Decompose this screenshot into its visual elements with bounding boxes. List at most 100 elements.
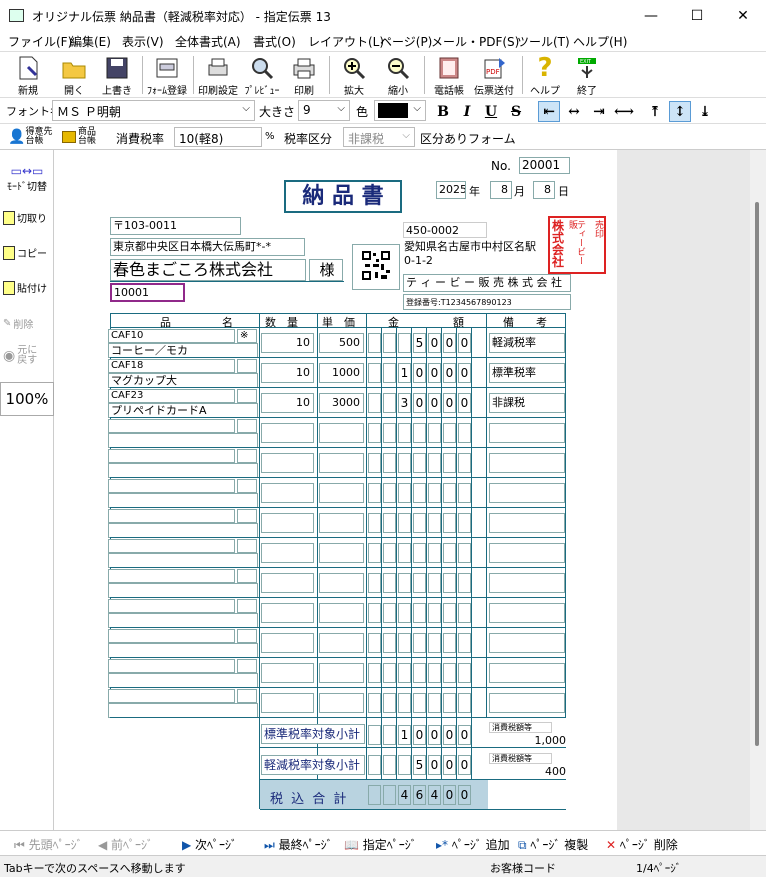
phonebook-button[interactable]: 電話帳 xyxy=(428,54,470,97)
item-mark-field[interactable] xyxy=(237,479,257,493)
note-field[interactable] xyxy=(489,663,565,683)
unit-price-field[interactable] xyxy=(319,693,364,713)
amount-digit[interactable] xyxy=(398,663,411,683)
tax-amount-2[interactable]: 400 xyxy=(489,765,566,778)
menu-help[interactable]: ヘルプ(H) xyxy=(573,33,627,50)
amount-digit[interactable]: 0 xyxy=(428,393,441,413)
grand-total-digit[interactable]: 0 xyxy=(458,785,471,805)
unit-price-field[interactable] xyxy=(319,453,364,473)
item-name-field[interactable] xyxy=(108,463,258,478)
standard-subtotal-digit[interactable]: 0 xyxy=(428,725,441,745)
menu-file[interactable]: ファイル(F) xyxy=(8,33,72,50)
quantity-field[interactable]: 10 xyxy=(261,333,314,353)
amount-digit[interactable] xyxy=(383,423,396,443)
item-name-field[interactable] xyxy=(108,673,258,688)
item-code-field[interactable]: CAF10 xyxy=(108,329,235,343)
italic-button[interactable]: I xyxy=(456,101,478,122)
tax-category-select[interactable]: 非課税 ⌵ xyxy=(343,127,415,147)
valign-middle-button[interactable]: ↕ xyxy=(669,101,691,122)
amount-digit[interactable]: 0 xyxy=(458,363,471,383)
amount-digit[interactable] xyxy=(368,513,381,533)
item-name-field[interactable] xyxy=(108,493,258,508)
standard-subtotal-digit[interactable] xyxy=(383,725,396,745)
seller-name-field[interactable]: テ ィ ー ビ ー 販 売 株 式 会 社 xyxy=(403,274,571,292)
item-code-field[interactable] xyxy=(108,599,235,613)
amount-digit[interactable]: 0 xyxy=(428,333,441,353)
quantity-field[interactable] xyxy=(261,453,314,473)
reduced-subtotal-digit[interactable] xyxy=(398,755,411,775)
mode-switch-button[interactable]: ▭↔▭ ﾓｰﾄﾞ切替 xyxy=(3,164,51,193)
year-field[interactable]: 2025 xyxy=(436,181,466,199)
item-mark-field[interactable] xyxy=(237,569,257,583)
next-page-button[interactable]: ▶ 次ﾍﾟｰｼﾞ xyxy=(182,836,237,853)
amount-digit[interactable] xyxy=(398,483,411,503)
amount-digit[interactable] xyxy=(428,573,441,593)
note-field[interactable] xyxy=(489,693,565,713)
duplicate-page-button[interactable]: ⧉ ﾍﾟｰｼﾞ 複製 xyxy=(518,836,588,853)
standard-subtotal-digit[interactable]: 1 xyxy=(398,725,411,745)
amount-digit[interactable]: 0 xyxy=(458,333,471,353)
note-field[interactable] xyxy=(489,483,565,503)
amount-digit[interactable] xyxy=(443,663,456,683)
grand-total-digit[interactable] xyxy=(368,785,381,805)
add-page-button[interactable]: ▸* ﾍﾟｰｼﾞ 追加 xyxy=(436,836,510,853)
item-code-field[interactable]: CAF18 xyxy=(108,359,235,373)
align-center-button[interactable]: ↔ xyxy=(563,101,585,122)
unit-price-field[interactable]: 500 xyxy=(319,333,364,353)
amount-digit[interactable] xyxy=(428,423,441,443)
item-code-field[interactable] xyxy=(108,479,235,493)
prev-page-button[interactable]: ◀ 前ﾍﾟｰｼﾞ xyxy=(98,836,153,853)
item-code-field[interactable] xyxy=(108,539,235,553)
amount-digit[interactable] xyxy=(413,633,426,653)
quantity-field[interactable] xyxy=(261,633,314,653)
item-code-field[interactable] xyxy=(108,449,235,463)
item-code-field[interactable] xyxy=(108,509,235,523)
seller-address-2[interactable]: 0-1-2 xyxy=(403,252,483,267)
amount-digit[interactable] xyxy=(458,513,471,533)
item-name-field[interactable]: プリペイドカードA xyxy=(108,403,258,418)
amount-digit[interactable] xyxy=(443,543,456,563)
customer-name-field[interactable]: 春色まごころ株式会社 xyxy=(110,259,306,281)
undo-button[interactable]: ◉ 元に 戻す xyxy=(3,346,51,366)
item-code-field[interactable] xyxy=(108,629,235,643)
first-page-button[interactable]: ⏮ 先頭ﾍﾟｰｼﾞ xyxy=(14,836,83,853)
unit-price-field[interactable] xyxy=(319,543,364,563)
note-field[interactable] xyxy=(489,603,565,623)
amount-digit[interactable] xyxy=(383,603,396,623)
amount-digit[interactable]: 5 xyxy=(413,333,426,353)
seller-address-1[interactable]: 愛知県名古屋市中村区名駅 xyxy=(403,238,545,253)
note-field[interactable] xyxy=(489,543,565,563)
item-mark-field[interactable] xyxy=(237,629,257,643)
note-field[interactable] xyxy=(489,423,565,443)
amount-digit[interactable] xyxy=(383,663,396,683)
amount-digit[interactable] xyxy=(428,603,441,623)
new-button[interactable]: 新規 xyxy=(10,54,46,97)
amount-digit[interactable] xyxy=(428,543,441,563)
unit-price-field[interactable] xyxy=(319,423,364,443)
quantity-field[interactable] xyxy=(261,513,314,533)
amount-digit[interactable] xyxy=(458,693,471,713)
amount-digit[interactable] xyxy=(443,603,456,623)
zoom-level[interactable]: 100% xyxy=(0,382,54,416)
zoom-out-button[interactable]: 縮小 xyxy=(378,54,418,97)
amount-digit[interactable] xyxy=(398,633,411,653)
amount-digit[interactable] xyxy=(413,693,426,713)
grand-total-digit[interactable]: 0 xyxy=(443,785,456,805)
amount-digit[interactable] xyxy=(458,603,471,623)
paste-button[interactable]: 貼付け xyxy=(3,280,51,295)
align-left-button[interactable]: ⇤ xyxy=(538,101,560,122)
amount-digit[interactable] xyxy=(368,363,381,383)
reduced-subtotal-digit[interactable] xyxy=(368,755,381,775)
amount-digit[interactable] xyxy=(368,603,381,623)
note-field[interactable] xyxy=(489,453,565,473)
amount-digit[interactable] xyxy=(413,483,426,503)
form-register-button[interactable]: ﾌｫｰﾑ登録 xyxy=(146,54,188,97)
quantity-field[interactable] xyxy=(261,663,314,683)
unit-price-field[interactable] xyxy=(319,633,364,653)
amount-digit[interactable]: 3 xyxy=(398,393,411,413)
bold-button[interactable]: B xyxy=(432,101,454,122)
item-name-field[interactable] xyxy=(108,433,258,448)
valign-top-button[interactable]: ⤒ xyxy=(644,101,666,122)
amount-digit[interactable] xyxy=(398,453,411,473)
last-page-button[interactable]: ⏭ 最終ﾍﾟｰｼﾞ xyxy=(264,836,333,853)
